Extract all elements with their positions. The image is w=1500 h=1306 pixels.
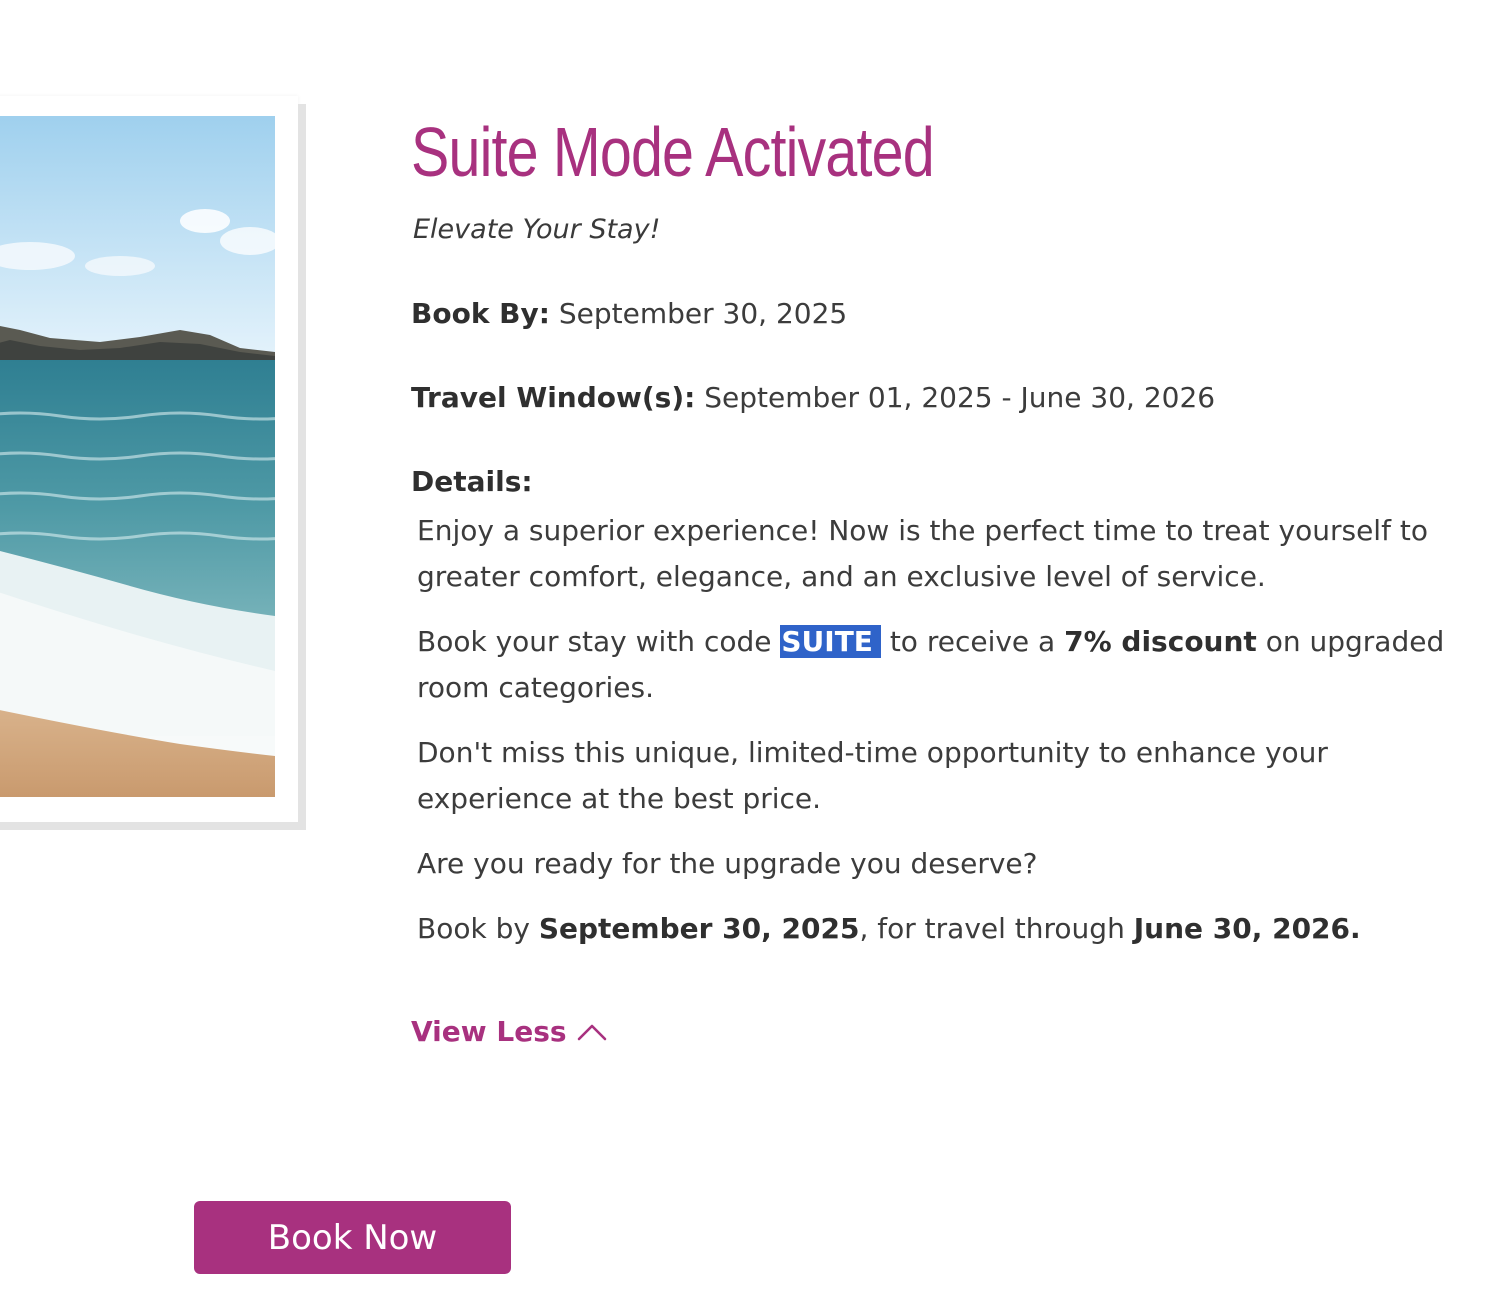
details-text: Book your stay with code xyxy=(417,625,781,658)
promo-code[interactable]: SUITE xyxy=(780,625,881,658)
details-text: , for travel through xyxy=(859,912,1134,945)
offer-title: Suite Mode Activated xyxy=(411,113,935,191)
details-paragraph: Don't miss this unique, limited-time opp… xyxy=(417,736,1328,815)
photo-card xyxy=(0,96,298,822)
offer-subtitle: Elevate Your Stay! xyxy=(413,214,661,245)
details-paragraph: Are you ready for the upgrade you deserv… xyxy=(417,847,1038,880)
beach-ocean-photo xyxy=(0,116,275,797)
view-less-label: View Less xyxy=(411,1015,567,1048)
details-paragraph: Enjoy a superior experience! Now is the … xyxy=(417,514,1428,593)
details-paragraph-dates: Book by September 30, 2025, for travel t… xyxy=(417,906,1467,952)
book-by-row: Book By: September 30, 2025 xyxy=(411,294,1471,334)
discount-text: 7% discount xyxy=(1064,625,1257,658)
offer-content: Suite Mode Activated Elevate Your Stay! … xyxy=(411,106,1471,1052)
chevron-up-icon xyxy=(577,1022,607,1042)
details-body: Enjoy a superior experience! Now is the … xyxy=(411,508,1467,952)
travel-window-value: September 01, 2025 - June 30, 2026 xyxy=(704,381,1216,414)
details-paragraph-code: Book your stay with code SUITE to receiv… xyxy=(417,619,1467,711)
book-by-label: Book By: xyxy=(411,297,550,330)
book-by-date: September 30, 2025 xyxy=(538,912,860,945)
view-less-link[interactable]: View Less xyxy=(411,1012,607,1052)
travel-window-label: Travel Window(s): xyxy=(411,381,696,414)
book-by-value: September 30, 2025 xyxy=(558,297,848,330)
book-now-button[interactable]: Book Now xyxy=(194,1201,511,1274)
travel-window-row: Travel Window(s): September 01, 2025 - J… xyxy=(411,378,1471,418)
details-text: Book by xyxy=(417,912,539,945)
details-text: to receive a xyxy=(880,625,1065,658)
details-label: Details: xyxy=(411,465,533,498)
travel-through-date: June 30, 2026. xyxy=(1133,912,1361,945)
offer-page: Suite Mode Activated Elevate Your Stay! … xyxy=(0,0,1500,1306)
